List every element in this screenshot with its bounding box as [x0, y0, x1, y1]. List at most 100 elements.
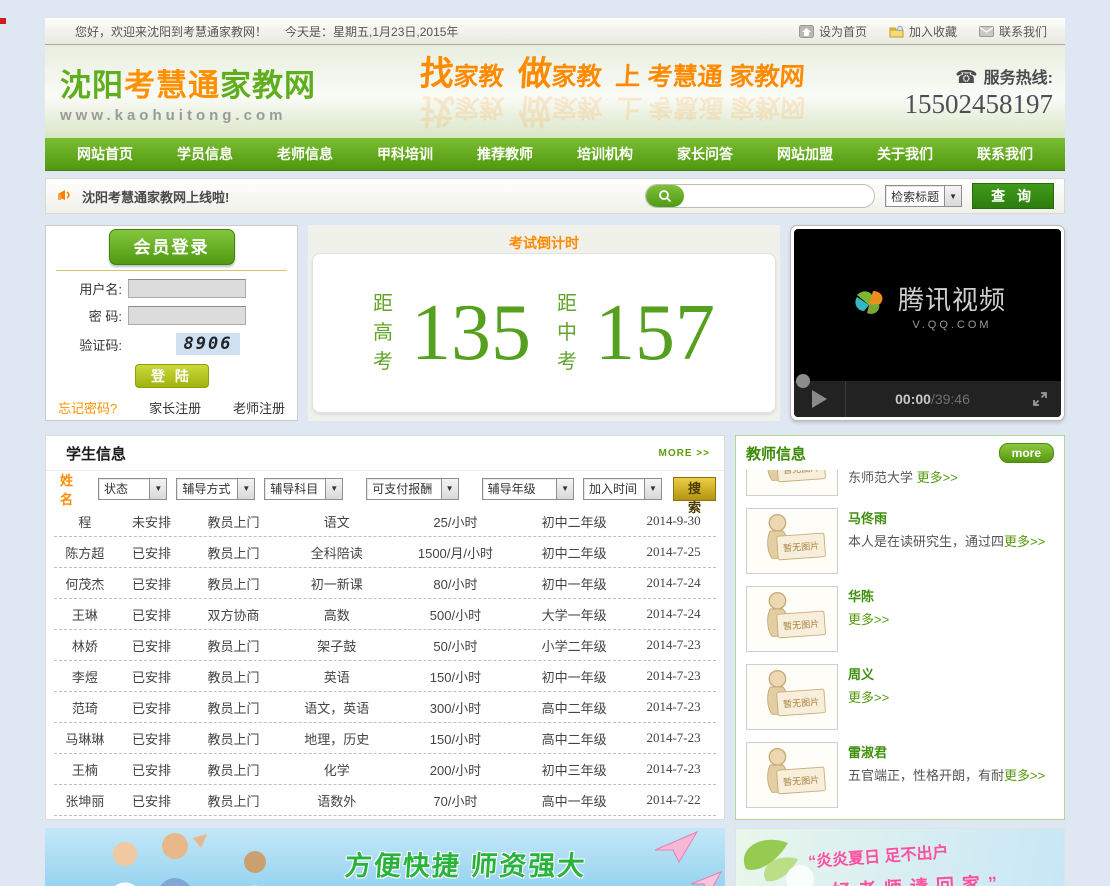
teacher-more-button[interactable]: more — [998, 443, 1054, 463]
student-panel-title: 学生信息 — [66, 445, 127, 463]
today-value: 星期五,1月23日,2015年 — [333, 24, 459, 39]
teacher-text: 马佟雨 本人是在读研究生，通过四更多>> — [848, 508, 1045, 574]
teacher-more-link[interactable]: 更多>> — [848, 612, 889, 627]
mail-icon — [978, 25, 994, 37]
chevron-down-icon[interactable]: ▼ — [944, 186, 962, 206]
chevron-down-icon[interactable]: ▼ — [149, 478, 167, 499]
table-row[interactable]: 王楠 已安排 教员上门 化学 200/小时 初中三年级 2014-7-23 — [54, 754, 716, 785]
nav-item-students[interactable]: 学员信息 — [171, 144, 239, 164]
service-hotline: ☎ 服务热线: 15502458197 — [850, 64, 1065, 120]
list-item[interactable]: 暂无图片 周义 更多>> — [746, 658, 1054, 736]
search-input[interactable] — [684, 185, 875, 207]
table-row[interactable]: 张坤丽 已安排 教员上门 语数外 70/小时 高中一年级 2014-7-22 — [54, 785, 716, 816]
time-current: 00:00 — [895, 391, 931, 407]
site-logo[interactable]: 沈阳考慧通家教网 www.kaohuitong.com — [45, 60, 375, 124]
student-more-link[interactable]: MORE >> — [659, 448, 710, 459]
nav-item-recommend[interactable]: 推荐教师 — [471, 144, 539, 164]
parent-register-link[interactable]: 家长注册 — [149, 398, 201, 417]
play-icon — [812, 390, 827, 408]
megaphone-icon — [58, 190, 70, 200]
contact-us-link[interactable]: 联系我们 — [978, 23, 1047, 40]
nav-item-contact[interactable]: 联系我们 — [971, 144, 1039, 164]
table-row[interactable]: 程未安排 教员上门 语文 25/小时 初中二年级 2014-9-30 — [54, 506, 716, 537]
table-row[interactable]: 范琦 已安排 教员上门 语文，英语 300/小时 高中二年级 2014-7-23 — [54, 692, 716, 723]
teacher-more-link[interactable]: 更多>> — [848, 690, 889, 705]
table-row[interactable]: 林娇 已安排 教员上门 架子鼓 50/小时 小学二年级 2014-7-23 — [54, 630, 716, 661]
teacher-panel-header: 教师信息 more — [736, 436, 1064, 470]
member-login-button[interactable]: 会员登录 — [108, 229, 235, 265]
chevron-down-icon[interactable]: ▼ — [556, 478, 574, 499]
nav-item-about[interactable]: 关于我们 — [871, 144, 939, 164]
teacher-register-link[interactable]: 老师注册 — [233, 398, 285, 417]
teacher-more-link[interactable]: 更多>> — [1004, 534, 1045, 549]
search-box — [645, 184, 876, 208]
teacher-name[interactable]: 雷淑君 — [848, 742, 1045, 763]
logo-part-city: 沈阳 — [60, 67, 124, 103]
screen-corner-artifact — [0, 18, 6, 24]
fullscreen-button[interactable] — [1019, 391, 1061, 407]
contact-us-label: 联系我们 — [998, 24, 1047, 39]
set-homepage-link[interactable]: 设为首页 — [798, 23, 867, 40]
filter-method-select[interactable]: 辅导方式 ▼ — [176, 477, 256, 500]
filter-search-button[interactable]: 搜索 — [672, 476, 716, 515]
gaokao-days: 135 — [411, 289, 531, 377]
filter-status-select[interactable]: 状态 ▼ — [98, 477, 168, 500]
filter-pay-select[interactable]: 可支付报酬 ▼ — [366, 477, 459, 500]
hotline-number: 15502458197 — [904, 88, 1054, 119]
list-item[interactable]: 暂无图片 华陈 更多>> — [746, 580, 1054, 658]
teacher-more-link[interactable]: 更多>> — [917, 470, 958, 485]
video-brand-text: 腾讯视频 — [897, 284, 1006, 315]
promo-banner-left[interactable]: 方便快捷 师资强大 — [45, 828, 725, 886]
banner-right-line2: 好老师请回家” — [831, 868, 1006, 886]
chevron-down-icon[interactable]: ▼ — [237, 478, 255, 499]
nav-item-home[interactable]: 网站首页 — [71, 144, 139, 164]
filter-grade-select[interactable]: 辅导年级 ▼ — [481, 477, 575, 500]
teacher-name[interactable]: 马佟雨 — [848, 508, 1045, 529]
teacher-name[interactable]: 华陈 — [848, 586, 889, 607]
search-icon-cap[interactable] — [646, 185, 685, 207]
video-player[interactable]: 腾讯视频 V.QQ.COM 00:00/39:46 — [794, 229, 1061, 417]
nav-item-teachers[interactable]: 老师信息 — [271, 144, 339, 164]
page-wrapper: 您好，欢迎来沈阳到考慧通家教网！ 今天是：星期五,1月23日,2015年 设为首… — [45, 18, 1065, 886]
query-button[interactable]: 查 询 — [972, 183, 1054, 209]
filter-subject-select[interactable]: 辅导科目 ▼ — [264, 477, 344, 500]
chevron-down-icon[interactable]: ▼ — [440, 478, 458, 499]
filter-date-select[interactable]: 加入时间 ▼ — [583, 477, 662, 500]
table-row[interactable]: 王琳 已安排 双方协商 高数 500/小时 大学一年级 2014-7-24 — [54, 599, 716, 630]
list-item[interactable]: 暂无图片 东师范大学 更多>> — [746, 470, 1054, 502]
nav-item-qa[interactable]: 家长问答 — [671, 144, 739, 164]
teacher-desc: 本人是在读研究生，通过四 — [848, 534, 1005, 550]
table-row[interactable]: 李煜 已安排 教员上门 英语 150/小时 初中一年级 2014-7-23 — [54, 661, 716, 692]
username-field[interactable] — [128, 279, 246, 298]
forgot-password-link[interactable]: 忘记密码? — [58, 398, 117, 417]
password-field[interactable] — [128, 306, 246, 325]
captcha-image[interactable]: 8906 — [176, 333, 240, 355]
table-row[interactable]: 陈方超 已安排 教员上门 全科陪读 1500/月/小时 初中二年级 2014-7-25 — [54, 537, 716, 568]
chevron-down-icon[interactable]: ▼ — [643, 478, 661, 499]
phone-icon: ☎ — [955, 66, 978, 87]
teacher-more-link[interactable]: 更多>> — [1004, 768, 1045, 783]
banner-right-line1: “炎炎夏日 足不出户 — [807, 844, 950, 871]
teacher-text: 东师范大学 更多>> — [848, 470, 958, 496]
top-bar: 您好，欢迎来沈阳到考慧通家教网！ 今天是：星期五,1月23日,2015年 设为首… — [45, 18, 1065, 45]
nav-item-training[interactable]: 甲科培训 — [371, 144, 439, 164]
login-links: 忘记密码? 家长注册 老师注册 — [56, 398, 287, 417]
progress-knob[interactable] — [796, 374, 810, 388]
search-category-select[interactable]: 检索标题 ▼ — [885, 185, 963, 207]
promo-banner-right[interactable]: “炎炎夏日 足不出户 好老师请回家” — [735, 828, 1065, 886]
member-login-panel: 会员登录 用户名: 密 码: 验证码: 8906 登 陆 忘记密码? 家长注册 … — [45, 225, 298, 421]
table-row[interactable]: 马琳琳 已安排 教员上门 地理，历史 150/小时 高中二年级 2014-7-23 — [54, 723, 716, 754]
list-item[interactable]: 暂无图片 马佟雨 本人是在读研究生，通过四更多>> — [746, 502, 1054, 580]
slogan-area: 找家教 做家教上 考慧通 家教网 找家教 做家教上 考慧通 家教网 — [375, 46, 850, 138]
student-panel-header: 学生信息 MORE >> — [46, 436, 724, 470]
teacher-name[interactable]: 周义 — [848, 664, 889, 685]
list-item[interactable]: 暂无图片 雷淑君 五官端正，性格开朗，有耐更多>> — [746, 736, 1054, 814]
login-submit-button[interactable]: 登 陆 — [134, 364, 209, 388]
chevron-down-icon[interactable]: ▼ — [325, 478, 343, 499]
nav-item-institutions[interactable]: 培训机构 — [571, 144, 639, 164]
username-row: 用户名: — [56, 279, 287, 298]
nav-item-join[interactable]: 网站加盟 — [771, 144, 839, 164]
table-row[interactable]: 何茂杰 已安排 教员上门 初一新课 80/小时 初中一年级 2014-7-24 — [54, 568, 716, 599]
add-favorite-link[interactable]: 加入收藏 — [889, 23, 957, 40]
countdown-title: 考试倒计时 — [509, 235, 579, 251]
